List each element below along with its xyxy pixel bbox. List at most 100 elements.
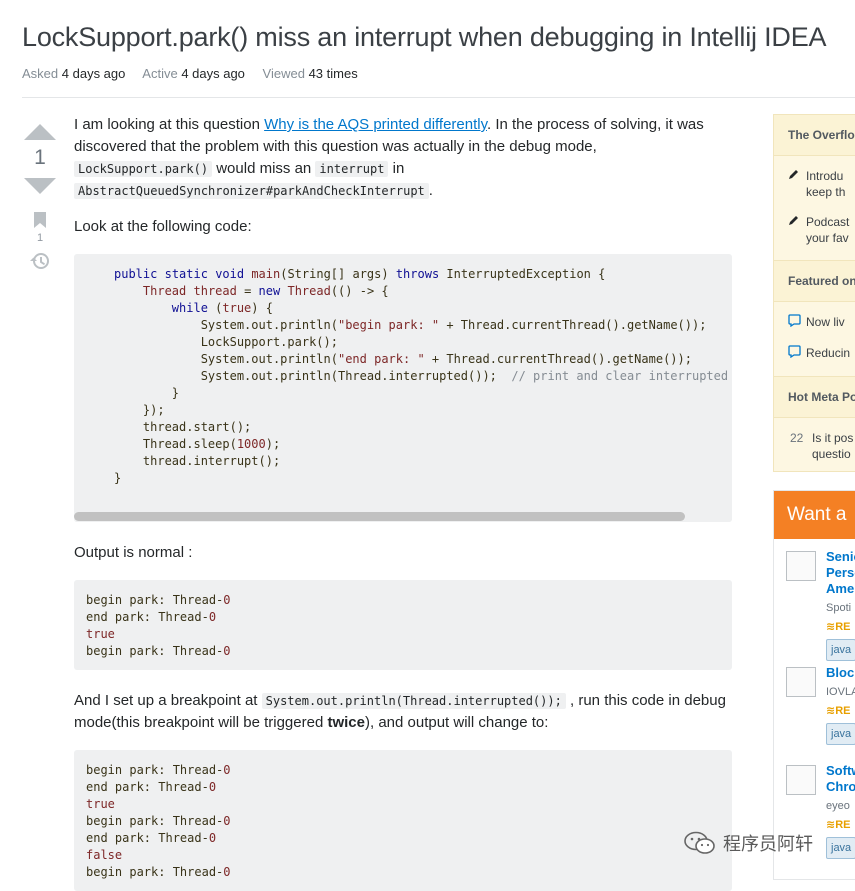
code-line: begin park: Thread-0 (86, 762, 720, 779)
job-tag[interactable]: java (826, 837, 855, 859)
code-line: begin park: Thread-0 (86, 864, 720, 881)
asked-label: Asked (22, 66, 59, 81)
code-line: System.out.println("end park: " + Thread… (114, 351, 720, 368)
vote-count: 1 (34, 146, 46, 169)
watermark-text: 程序员阿轩 (723, 834, 813, 854)
code-token: begin park: Thread- (86, 814, 224, 828)
code-token: (() -> { (330, 284, 389, 298)
code-token: end park: Thread- (86, 831, 209, 845)
asked-value[interactable]: 4 days ago (62, 66, 126, 81)
job-company: IOVLA (826, 686, 855, 698)
code-scrollbar[interactable] (74, 510, 732, 522)
code-token: 1000 (236, 437, 266, 451)
job-title[interactable]: Block (826, 665, 855, 681)
breakpoint-paragraph: And I set up a breakpoint at System.out.… (74, 690, 732, 734)
code-token: true (222, 301, 252, 315)
code-token: + Thread.currentThread().getName()); (439, 318, 707, 332)
blog-item[interactable]: Podcast your fav (774, 206, 855, 260)
featured-item-text: Reducin (806, 346, 851, 360)
code-intro-paragraph: Look at the following code: (74, 218, 252, 235)
question-title[interactable]: LockSupport.park() miss an interrupt whe… (22, 22, 827, 53)
code-token: }); (114, 403, 165, 417)
code-token: (String[] args) (280, 267, 396, 281)
code-token: thread.interrupt(); (114, 454, 281, 468)
company-logo (786, 667, 816, 697)
code-token: Thread (142, 284, 187, 298)
job-listing[interactable]: SenioPersoAmer Spoti ≋RE java (774, 539, 855, 661)
code-token: Thread (287, 284, 331, 298)
code-line: end park: Thread-0 (86, 830, 720, 847)
code-token: false (86, 848, 123, 862)
code-line: public static void main(String[] args) t… (114, 266, 720, 283)
code-token: begin park: Thread- (86, 644, 224, 658)
referenced-question-link[interactable]: Why is the AQS printed differently (264, 116, 487, 133)
code-token: Thread.sleep( (114, 437, 237, 451)
code-token: System.out.println( (114, 352, 338, 366)
code-line: System.out.println("begin park: " + Thre… (114, 317, 720, 334)
code-token: begin park: Thread- (86, 593, 224, 607)
code-token: System.out.println(Thread.interrupted())… (114, 369, 512, 383)
featured-item[interactable]: Now liv (774, 302, 855, 337)
jobs-header: Want a (774, 491, 855, 539)
code-line: Thread.sleep(1000); (114, 436, 720, 453)
job-listing[interactable]: Block IOVLA ≋RE java (774, 655, 855, 753)
code-token: 0 (223, 814, 231, 828)
pencil-icon (788, 214, 806, 246)
bookmark-icon[interactable] (34, 212, 46, 228)
code-token: public (114, 267, 158, 281)
question-meta: Asked 4 days ago Active 4 days ago Viewe… (22, 66, 372, 81)
job-remote: ≋RE (826, 819, 851, 831)
viewed-value: 43 times (308, 66, 358, 81)
code-token: ( (207, 301, 223, 315)
blog-item[interactable]: Introdu keep th (774, 156, 855, 206)
code-line: begin park: Thread-0 (86, 643, 720, 660)
scrollbar-thumb[interactable] (74, 512, 685, 521)
code-line: } (114, 470, 720, 487)
blog-item-line-2: keep th (806, 185, 846, 199)
code-token: new (258, 284, 281, 298)
blog-item-line-1: Podcast (806, 215, 850, 229)
code-token: + Thread.currentThread().getName()); (424, 352, 692, 366)
code-lines: public static void main(String[] args) t… (114, 266, 728, 487)
job-company: Spoti (826, 602, 852, 614)
upvote-arrow-icon[interactable] (24, 124, 56, 140)
featured-item[interactable]: Reducin (774, 337, 855, 376)
code-token: } (114, 386, 180, 400)
downvote-arrow-icon[interactable] (24, 178, 56, 194)
job-tag[interactable]: java (826, 723, 855, 745)
code-token: 0 (223, 865, 231, 879)
code-line: while (true) { (114, 300, 720, 317)
code-line: end park: Thread-0 (86, 609, 720, 626)
code-token: throws (395, 267, 440, 281)
featured-header: Featured on (774, 260, 855, 302)
code-token: InterruptedException { (439, 267, 606, 281)
code-token: = (236, 284, 259, 298)
code-token: LockSupport.park(); (114, 335, 338, 349)
code-token: "end park: " (337, 352, 425, 366)
blog-item-line-2: your fav (806, 231, 849, 245)
viewed-label: Viewed (262, 66, 305, 81)
featured-item-text: Now liv (806, 315, 845, 329)
inline-code-println: System.out.println(Thread.interrupted())… (261, 693, 566, 709)
hot-meta-item[interactable]: 22 Is it pos questio (774, 418, 855, 468)
code-line: }); (114, 402, 720, 419)
job-title[interactable]: SenioPersoAmer (826, 549, 855, 597)
code-token: 0 (208, 610, 217, 624)
vote-column: 1 1 (22, 120, 58, 270)
inline-code-park-and-check: AbstractQueuedSynchronizer#parkAndCheckI… (74, 183, 429, 199)
jobs-widget: Want a SenioPersoAmer Spoti ≋RE java Blo… (773, 490, 855, 880)
history-icon[interactable] (30, 252, 50, 270)
intro-paragraph: I am looking at this question Why is the… (74, 114, 732, 202)
wechat-icon (684, 831, 715, 854)
job-title[interactable]: SoftwChro (826, 763, 855, 795)
main-code-block: public static void main(String[] args) t… (74, 254, 732, 522)
wifi-icon: ≋ (826, 621, 836, 633)
code-token: ); (265, 437, 281, 451)
code-token: 0 (223, 763, 231, 777)
intro-text-1: I am looking at this question (74, 116, 265, 133)
code-line: Thread thread = new Thread(() -> { (114, 283, 720, 300)
active-value[interactable]: 4 days ago (181, 66, 245, 81)
